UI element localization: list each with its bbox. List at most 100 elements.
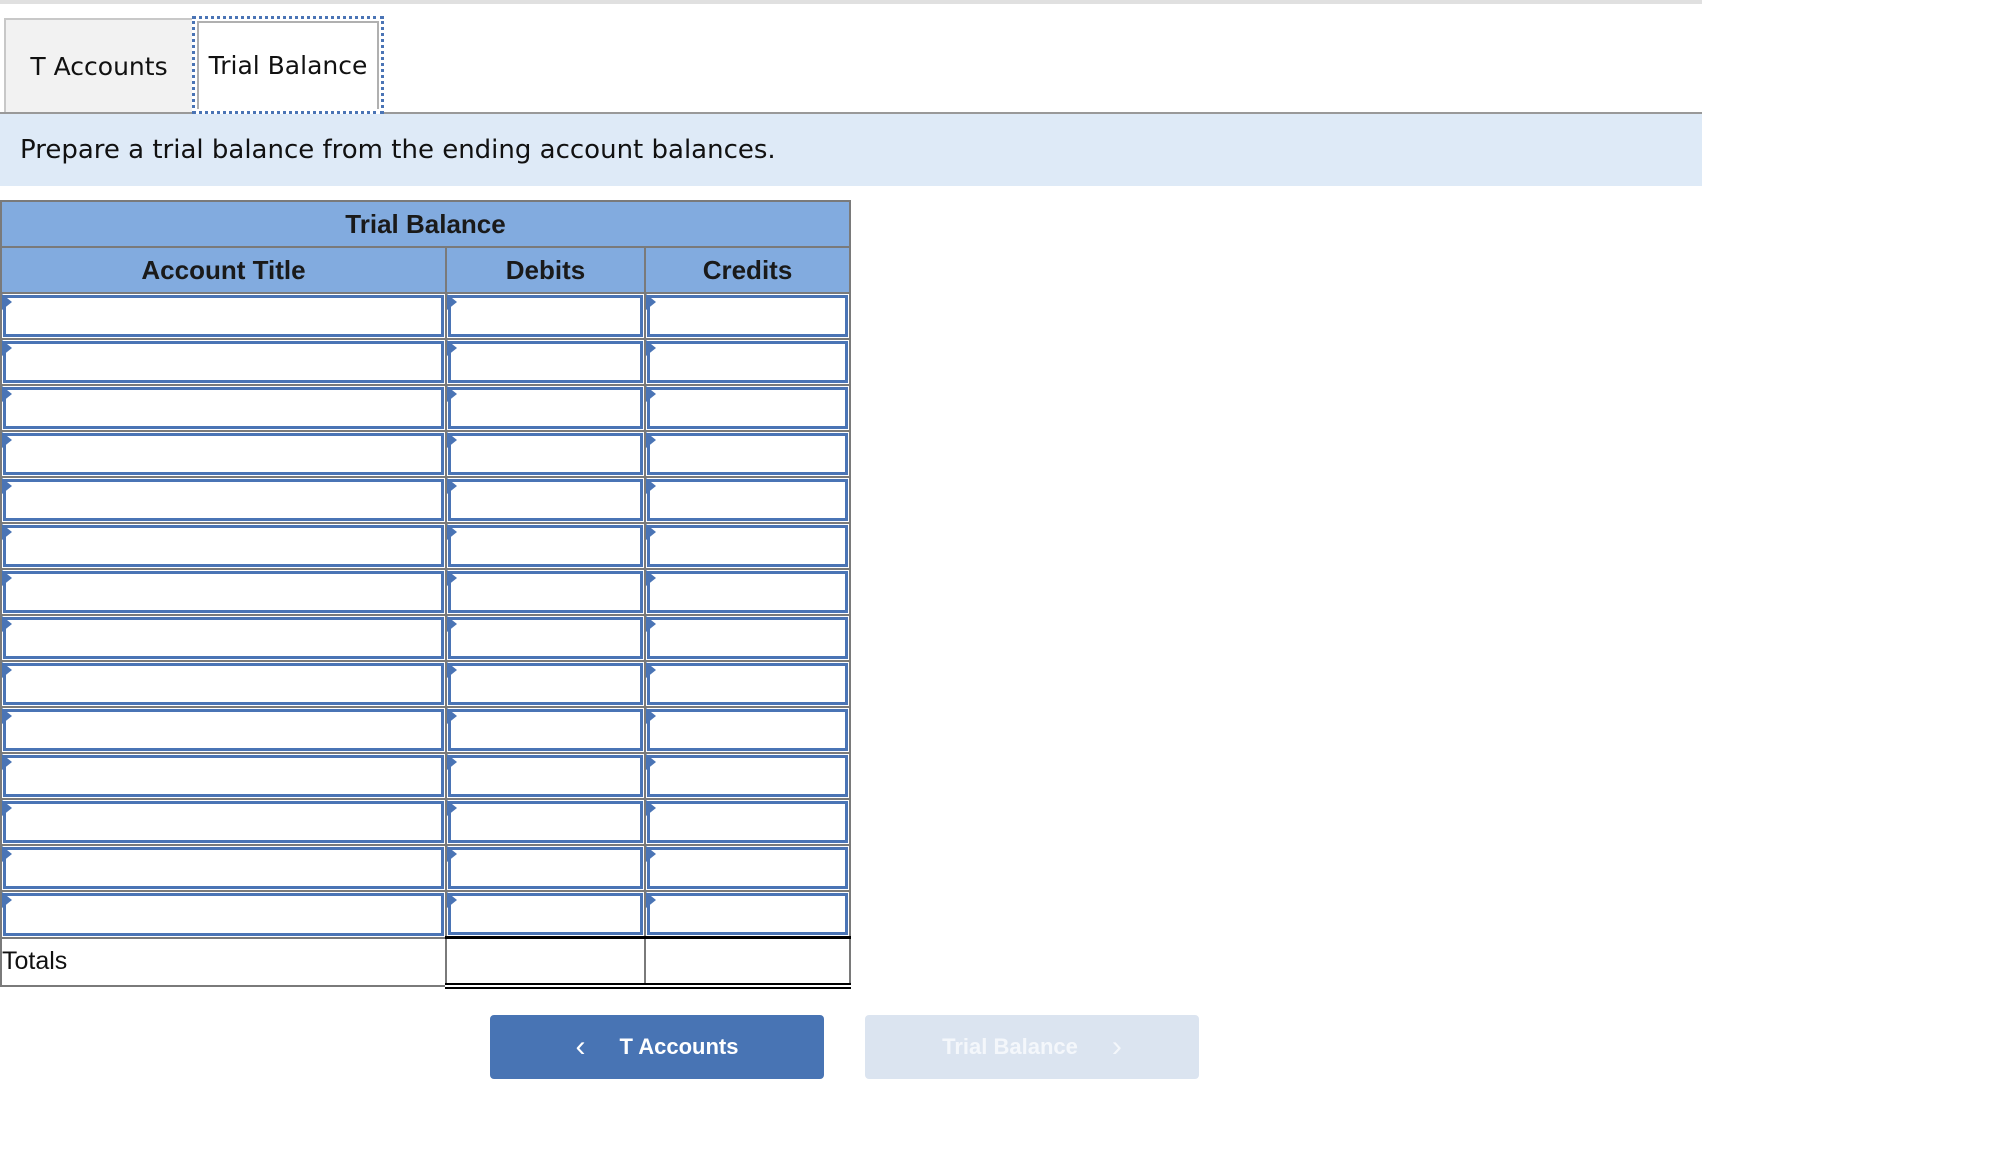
account-title-input[interactable]	[6, 344, 441, 380]
debit-cell	[445, 522, 646, 570]
account-title-field-frame	[3, 387, 444, 429]
account-title-input[interactable]	[6, 666, 441, 702]
account-title-cell	[0, 890, 447, 939]
account-title-cell	[0, 660, 447, 708]
credit-input[interactable]	[650, 344, 845, 380]
cell-marker-icon	[646, 386, 656, 402]
credit-input[interactable]	[650, 804, 845, 840]
debit-input[interactable]	[451, 758, 640, 794]
debit-cell	[445, 476, 646, 524]
cell-marker-icon	[447, 846, 457, 862]
cell-marker-icon	[2, 708, 12, 724]
debit-input[interactable]	[451, 482, 640, 518]
credit-input[interactable]	[650, 482, 845, 518]
table-row	[0, 844, 851, 892]
cell-marker-icon	[447, 478, 457, 494]
account-title-field-frame	[3, 479, 444, 521]
debit-input[interactable]	[451, 298, 640, 334]
debit-input[interactable]	[451, 896, 640, 932]
credit-field-frame	[647, 617, 848, 659]
debit-cell	[445, 752, 646, 800]
account-title-input[interactable]	[6, 850, 441, 886]
credit-input[interactable]	[650, 436, 845, 472]
cell-marker-icon	[646, 432, 656, 448]
credit-input[interactable]	[650, 528, 845, 564]
account-title-input[interactable]	[6, 390, 441, 426]
chevron-right-icon: ›	[1111, 1030, 1122, 1063]
table-row	[0, 292, 851, 340]
credit-input[interactable]	[650, 850, 845, 886]
cell-marker-icon	[646, 294, 656, 310]
table-row	[0, 568, 851, 616]
cell-marker-icon	[646, 754, 656, 770]
account-title-field-frame	[3, 433, 444, 475]
account-title-input[interactable]	[6, 620, 441, 656]
cell-marker-icon	[447, 800, 457, 816]
cell-marker-icon	[2, 524, 12, 540]
credit-cell	[644, 752, 851, 800]
debit-input[interactable]	[451, 804, 640, 840]
account-title-input[interactable]	[6, 528, 441, 564]
credit-cell	[644, 706, 851, 754]
debit-input[interactable]	[451, 390, 640, 426]
account-title-input[interactable]	[6, 298, 441, 334]
tab-trial-balance[interactable]: Trial Balance	[192, 16, 384, 114]
top-divider	[0, 0, 1702, 4]
credit-field-frame	[647, 893, 848, 935]
debit-input[interactable]	[451, 620, 640, 656]
account-title-cell	[0, 568, 447, 616]
credit-input[interactable]	[650, 666, 845, 702]
debit-cell	[445, 844, 646, 892]
debit-field-frame	[448, 433, 643, 475]
credit-input[interactable]	[650, 712, 845, 748]
credit-input[interactable]	[650, 574, 845, 610]
cell-marker-icon	[447, 386, 457, 402]
previous-tab-button[interactable]: ‹ T Accounts	[490, 1015, 824, 1079]
table-row	[0, 706, 851, 754]
debit-input[interactable]	[451, 712, 640, 748]
account-title-input[interactable]	[6, 482, 441, 518]
cell-marker-icon	[646, 662, 656, 678]
cell-marker-icon	[447, 754, 457, 770]
credit-input[interactable]	[650, 298, 845, 334]
account-title-input[interactable]	[6, 804, 441, 840]
cell-marker-icon	[2, 294, 12, 310]
table-row	[0, 476, 851, 524]
debit-input[interactable]	[451, 666, 640, 702]
debit-input[interactable]	[451, 574, 640, 610]
tab-label: Trial Balance	[208, 50, 368, 80]
debit-input[interactable]	[451, 850, 640, 886]
credit-field-frame	[647, 709, 848, 751]
credit-cell	[644, 890, 851, 939]
credit-field-frame	[647, 433, 848, 475]
debit-input[interactable]	[451, 344, 640, 380]
cell-marker-icon	[2, 570, 12, 586]
account-title-input[interactable]	[6, 896, 441, 933]
table-row	[0, 522, 851, 570]
credit-cell	[644, 522, 851, 570]
account-title-input[interactable]	[6, 574, 441, 610]
credit-input[interactable]	[650, 758, 845, 794]
debit-field-frame	[448, 479, 643, 521]
credit-input[interactable]	[650, 896, 845, 932]
account-title-field-frame	[3, 709, 444, 751]
debit-input[interactable]	[451, 528, 640, 564]
credit-cell	[644, 844, 851, 892]
next-tab-button[interactable]: Trial Balance ›	[865, 1015, 1199, 1079]
credit-input[interactable]	[650, 620, 845, 656]
account-title-field-frame	[3, 617, 444, 659]
account-title-input[interactable]	[6, 436, 441, 472]
cell-marker-icon	[447, 892, 457, 908]
credit-cell	[644, 430, 851, 478]
debit-input[interactable]	[451, 436, 640, 472]
debit-cell	[445, 292, 646, 340]
credit-input[interactable]	[650, 390, 845, 426]
tab-t-accounts[interactable]: T Accounts	[4, 18, 194, 112]
account-title-input[interactable]	[6, 712, 441, 748]
cell-marker-icon	[646, 616, 656, 632]
debit-cell	[445, 660, 646, 708]
account-title-input[interactable]	[6, 758, 441, 794]
credit-field-frame	[647, 479, 848, 521]
credit-field-frame	[647, 847, 848, 889]
account-title-cell	[0, 522, 447, 570]
